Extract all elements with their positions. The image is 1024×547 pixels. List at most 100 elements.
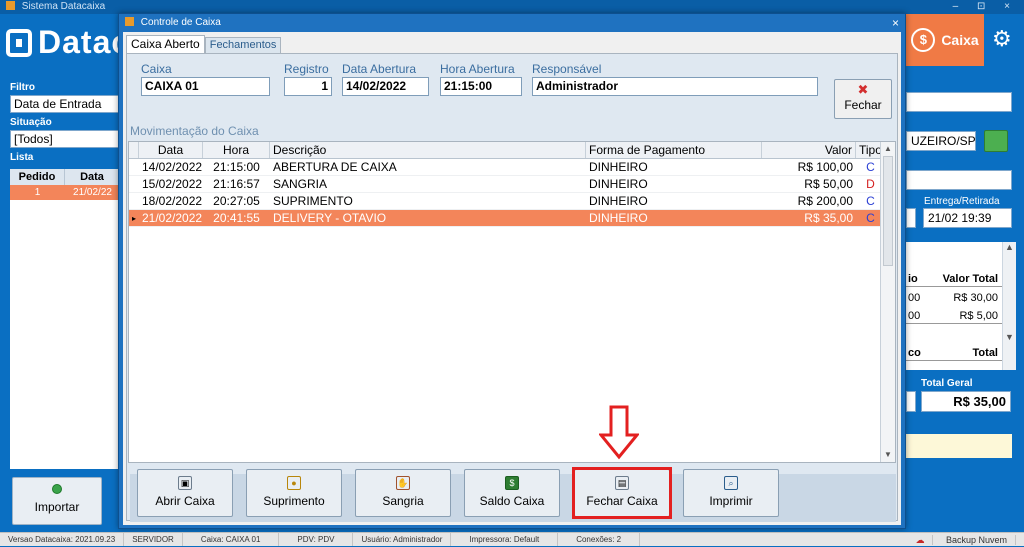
entrega-field[interactable]: 21/02 19:39 — [923, 208, 1012, 228]
importar-button[interactable]: Importar — [12, 477, 102, 525]
cell-valor: R$ 200,00 — [797, 194, 853, 208]
itens-list-header: io Valor Total — [906, 272, 1016, 287]
right-field-small[interactable] — [906, 208, 916, 228]
cell-descricao: SANGRIA — [273, 177, 328, 191]
situacao-select[interactable]: [Todos] — [10, 130, 120, 148]
grid-scrollbar[interactable]: ▲ ▼ — [880, 142, 895, 462]
total-geral-label: Total Geral — [921, 378, 973, 389]
pedidos-table[interactable]: Pedido Data 1 21/02/22 — [10, 169, 120, 469]
window-controls[interactable]: – ⊡ × — [953, 0, 1018, 14]
backup-nuvem[interactable]: ☁ Backup Nuvem — [899, 533, 1024, 546]
import-icon — [52, 484, 62, 494]
dialog-app-icon — [125, 17, 134, 26]
suprimento-button[interactable]: ● Suprimento — [246, 469, 342, 517]
hora-abertura-field[interactable]: 21:15:00 — [440, 77, 522, 96]
highlight-box — [572, 467, 672, 519]
scroll-up-icon[interactable]: ▲ — [881, 142, 895, 156]
status-pdv: PDV: PDV — [279, 533, 354, 546]
tab-fechamentos[interactable]: Fechamentos — [204, 37, 282, 53]
scroll-down-icon[interactable]: ▼ — [881, 448, 895, 462]
status-usuario: Usuário: Administrador — [353, 533, 452, 546]
data-abertura-label: Data Abertura — [342, 62, 417, 76]
cell-forma: DINHEIRO — [589, 177, 648, 191]
col-data[interactable]: Data — [65, 169, 120, 185]
tab-caixa-aberto[interactable]: Caixa Aberto — [126, 35, 205, 53]
close-icon[interactable]: × — [892, 14, 899, 32]
imprimir-button[interactable]: ⌕ Imprimir — [683, 469, 779, 517]
controle-caixa-dialog: Controle de Caixa × Caixa Aberto Fechame… — [118, 13, 906, 529]
saldo-caixa-button[interactable]: $ Saldo Caixa — [464, 469, 560, 517]
item-valor: R$ 30,00 — [953, 292, 998, 304]
coins-icon: ● — [287, 476, 301, 490]
sangria-label: Sangria — [382, 494, 424, 508]
caixa-nav-button[interactable]: $ Caixa — [906, 14, 984, 66]
responsavel-field[interactable]: Administrador — [532, 77, 818, 96]
item-valor: R$ 5,00 — [959, 310, 998, 322]
cell-forma: DINHEIRO — [589, 211, 648, 225]
fechar-button[interactable]: ✖ Fechar — [834, 79, 892, 119]
scroll-thumb[interactable] — [883, 156, 893, 266]
right-field-top[interactable] — [906, 92, 1012, 112]
col-data[interactable]: Data — [139, 142, 203, 158]
app-icon — [6, 1, 15, 10]
cell-data: 18/02/2022 — [142, 194, 203, 208]
row-pointer-icon: ▸ — [131, 214, 136, 223]
registro-field[interactable]: 1 — [284, 77, 332, 96]
itens-scrollbar[interactable]: ▲ ▼ — [1002, 242, 1016, 370]
cell-descricao: SUPRIMENTO — [273, 194, 353, 208]
register-icon: ▣ — [178, 476, 192, 490]
filtro-select[interactable]: Data de Entrada — [10, 95, 120, 113]
item-qtd: 00 — [908, 292, 921, 304]
row-indicator — [129, 159, 139, 175]
grid-header: Data Hora Descrição Forma de Pagamento V… — [129, 142, 895, 159]
caixa-field[interactable]: CAIXA 01 — [141, 77, 270, 96]
fechar-label: Fechar — [844, 98, 882, 112]
col-valor[interactable]: Valor — [762, 142, 856, 158]
filtro-label: Filtro — [10, 82, 35, 93]
gears-icon[interactable]: ⚙ — [992, 28, 1012, 50]
status-servidor: SERVIDOR — [124, 533, 183, 546]
left-panel: Filtro Data de Entrada Situação [Todos] … — [10, 78, 120, 469]
map-icon[interactable] — [984, 130, 1008, 152]
list-item[interactable]: 00 R$ 30,00 — [906, 291, 1016, 305]
right-field-mid[interactable] — [906, 170, 1012, 190]
situacao-label: Situação — [10, 117, 52, 128]
col-pedido[interactable]: Pedido — [10, 169, 65, 185]
table-row-selected[interactable]: ▸ 21/02/2022 20:41:55 DELIVERY - OTAVIO … — [129, 210, 895, 227]
itens-list[interactable]: io Valor Total 00 R$ 30,00 00 R$ 5,00 co… — [906, 242, 1016, 370]
cell-forma: DINHEIRO — [589, 194, 648, 208]
movimentacao-title: Movimentação do Caixa — [130, 124, 259, 138]
city-field[interactable]: UZEIRO/SP — [906, 131, 976, 151]
pedidos-table-header: Pedido Data — [10, 169, 120, 185]
item-qtd: 00 — [908, 310, 921, 322]
cell-descricao: ABERTURA DE CAIXA — [273, 160, 397, 174]
col-hora[interactable]: Hora — [203, 142, 270, 158]
col-forma-pagamento[interactable]: Forma de Pagamento — [586, 142, 762, 158]
status-impressora: Impressora: Default — [451, 533, 559, 546]
cell-hora: 21:15:00 — [213, 160, 260, 174]
cell-hora: 21:16:57 — [213, 177, 260, 191]
responsavel-label: Responsável — [532, 62, 602, 76]
movimentacao-grid[interactable]: Data Hora Descrição Forma de Pagamento V… — [128, 141, 896, 463]
col-descricao[interactable]: Descrição — [270, 142, 586, 158]
cell-data: 14/02/2022 — [142, 160, 203, 174]
sangria-button[interactable]: ✋ Sangria — [355, 469, 451, 517]
caixa-aberto-page: Caixa CAIXA 01 Registro 1 Data Abertura … — [126, 53, 898, 522]
table-row[interactable]: 15/02/2022 21:16:57 SANGRIA DINHEIRO R$ … — [129, 176, 895, 193]
table-row[interactable]: 1 21/02/22 — [10, 185, 120, 200]
city-value: UZEIRO/SP — [911, 134, 976, 148]
table-row[interactable]: 14/02/2022 21:15:00 ABERTURA DE CAIXA DI… — [129, 159, 895, 176]
hand-money-icon: ✋ — [396, 476, 410, 490]
observacao-box[interactable] — [906, 434, 1012, 458]
data-abertura-field[interactable]: 14/02/2022 — [342, 77, 429, 96]
abrir-caixa-button[interactable]: ▣ Abrir Caixa — [137, 469, 233, 517]
table-row[interactable]: 18/02/2022 20:27:05 SUPRIMENTO DINHEIRO … — [129, 193, 895, 210]
statusbar: Versao Datacaixa: 2021.09.23 SERVIDOR Ca… — [0, 532, 1024, 546]
entrega-value: 21/02 19:39 — [928, 211, 992, 225]
cell-pedido: 1 — [34, 187, 41, 198]
cell-valor: R$ 50,00 — [804, 177, 853, 191]
registro-label: Registro — [284, 62, 329, 76]
cloud-icon: ☁ — [907, 535, 934, 545]
list-item[interactable]: 00 R$ 5,00 — [906, 309, 1016, 324]
dialog-body: Caixa Aberto Fechamentos Caixa CAIXA 01 … — [123, 32, 901, 525]
